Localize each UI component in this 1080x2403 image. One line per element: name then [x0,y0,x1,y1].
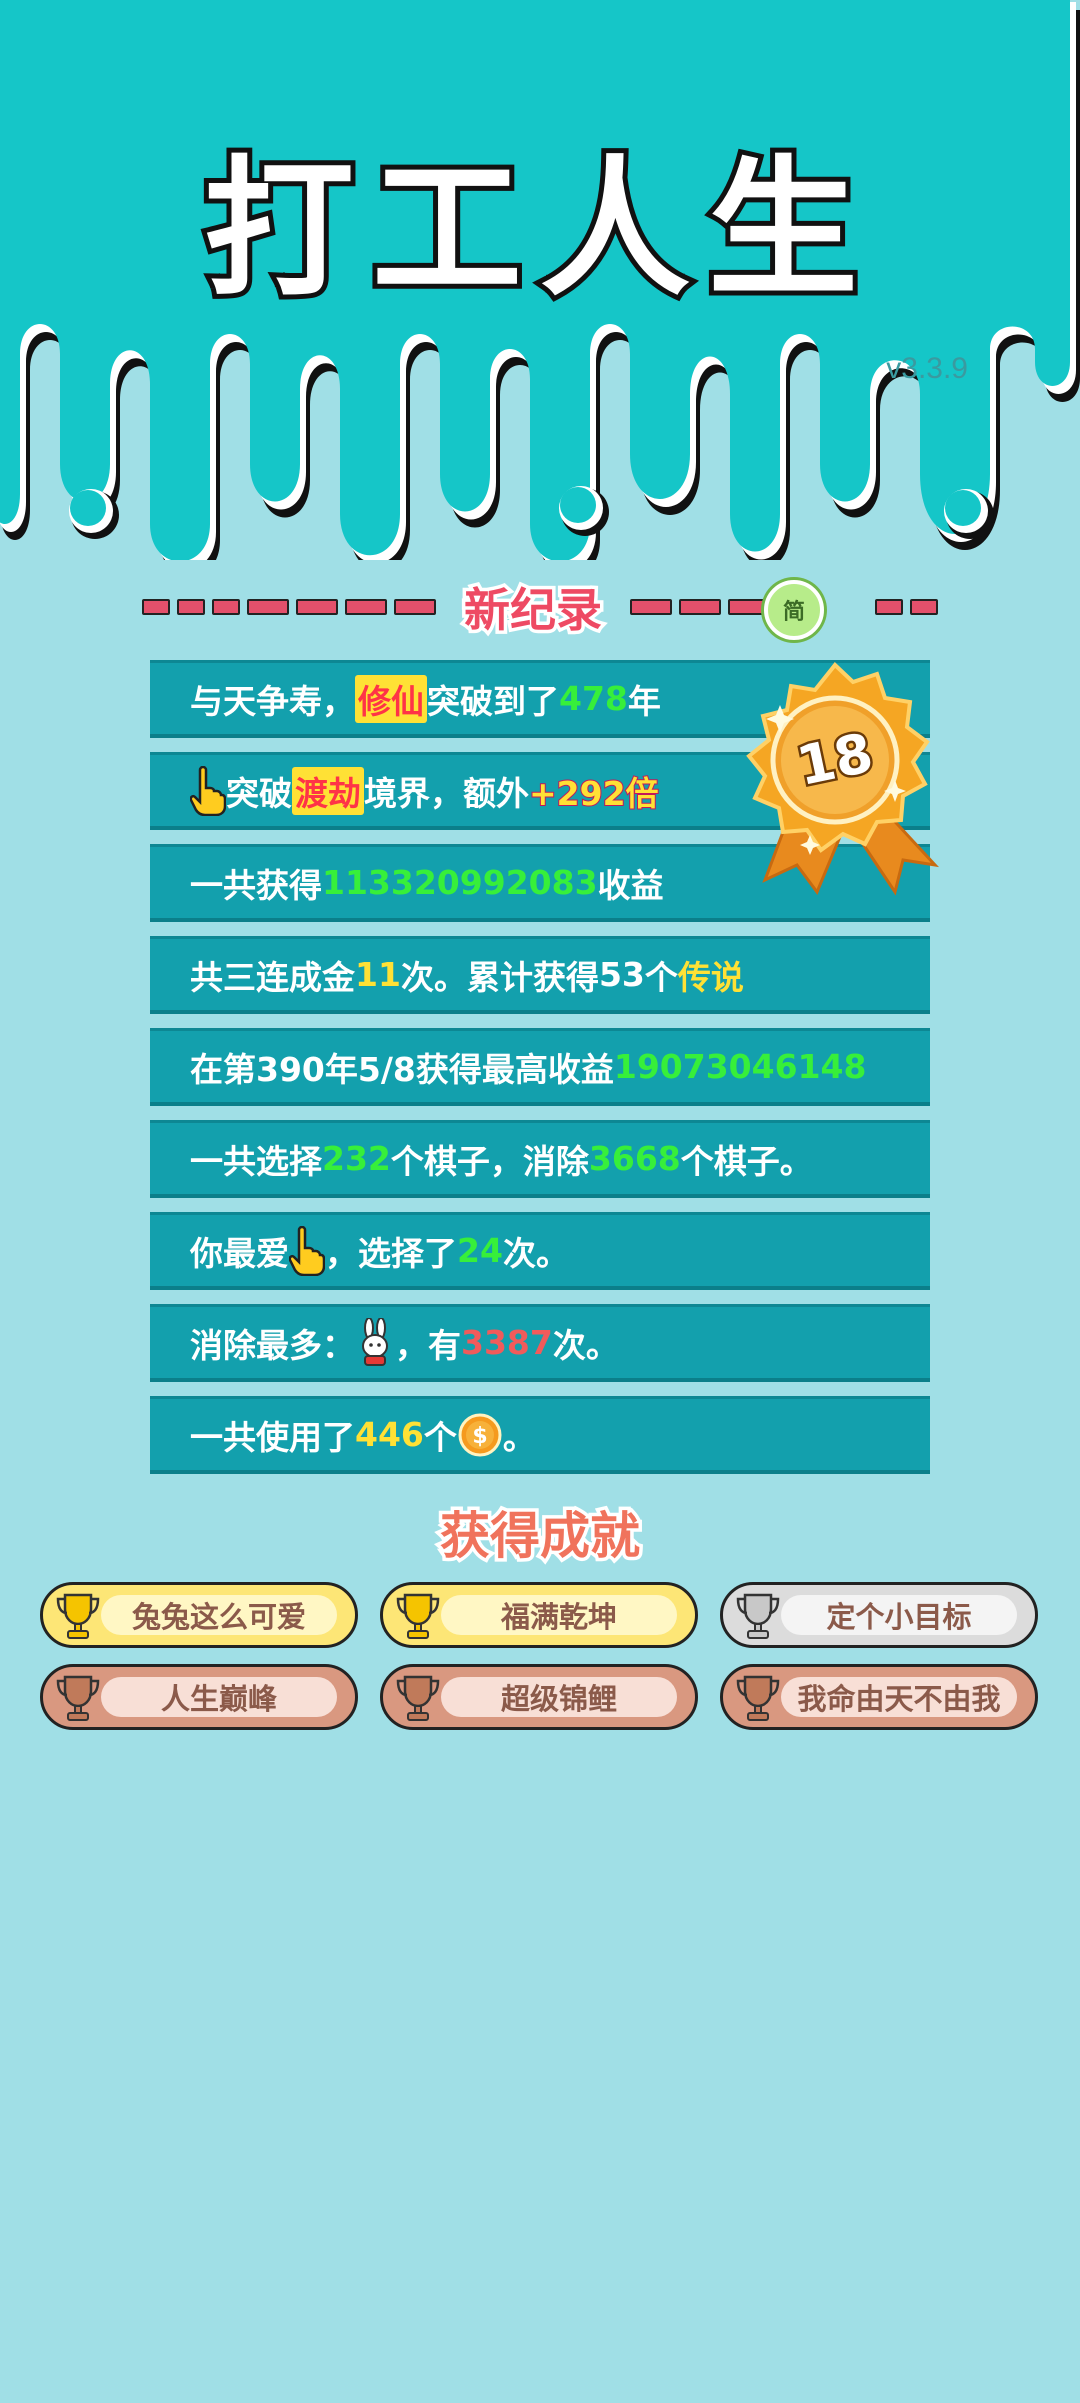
achievement-label: 福满乾坤 [441,1595,677,1635]
achievement-label: 兔兔这么可爱 [101,1595,337,1635]
trophy-icon [736,1593,780,1639]
trophy-icon [396,1593,440,1639]
medal-badge: 18 [746,662,940,896]
achievement-badge[interactable]: 福满乾坤 [380,1582,698,1648]
pointing-hand-icon [190,765,226,816]
achievement-label: 超级锦鲤 [441,1677,677,1717]
achievement-label: 我命由天不由我 [781,1677,1017,1717]
trophy-icon [56,1675,100,1721]
stat-row-triple-gold: 共三连成金 11 次。累计获得 53 个传说 [150,936,930,1014]
trophy-icon [56,1593,100,1639]
header: 打工人生 v3.3.9 [0,0,1080,560]
simplified-toggle-button[interactable]: 简 [764,580,824,640]
stat-row-most-eliminated: 消除最多： ，有 3387 次。 [150,1304,930,1382]
stat-row-highest-income: 在 第390年5/8 获得最高收益 19073046148 [150,1028,930,1106]
achievement-badge[interactable]: 人生巅峰 [40,1664,358,1730]
pointing-hand-icon [289,1225,325,1276]
coin-icon: $ [458,1413,502,1456]
achievement-badge[interactable]: 定个小目标 [720,1582,1038,1648]
achievements-title: 获得成就 [437,1504,644,1569]
achievement-badge[interactable]: 兔兔这么可爱 [40,1582,358,1648]
new-record-banner: 新纪录 [0,574,1080,641]
achievement-label: 定个小目标 [781,1595,1017,1635]
stat-row-pieces: 一共选择 232 个棋子，消除 3668 个棋子。 [150,1120,930,1198]
left-dash-decoration [142,599,436,615]
achievement-badge[interactable]: 超级锦鲤 [380,1664,698,1730]
trophy-icon [736,1675,780,1721]
rabbit-icon [362,1317,388,1366]
stat-row-favorite: 你最爱 ，选择了 24 次。 [150,1212,930,1290]
game-title: 打工人生 [199,138,876,322]
svg-text:$: $ [472,1424,487,1449]
trophy-icon [396,1675,440,1721]
achievement-badge[interactable]: 我命由天不由我 [720,1664,1038,1730]
version-label: v3.3.9 [886,352,968,385]
achievement-label: 人生巅峰 [101,1677,337,1717]
new-record-title: 新纪录 [461,580,606,641]
stat-row-coins: 一共使用了 446 个 $ 。 [150,1396,930,1474]
